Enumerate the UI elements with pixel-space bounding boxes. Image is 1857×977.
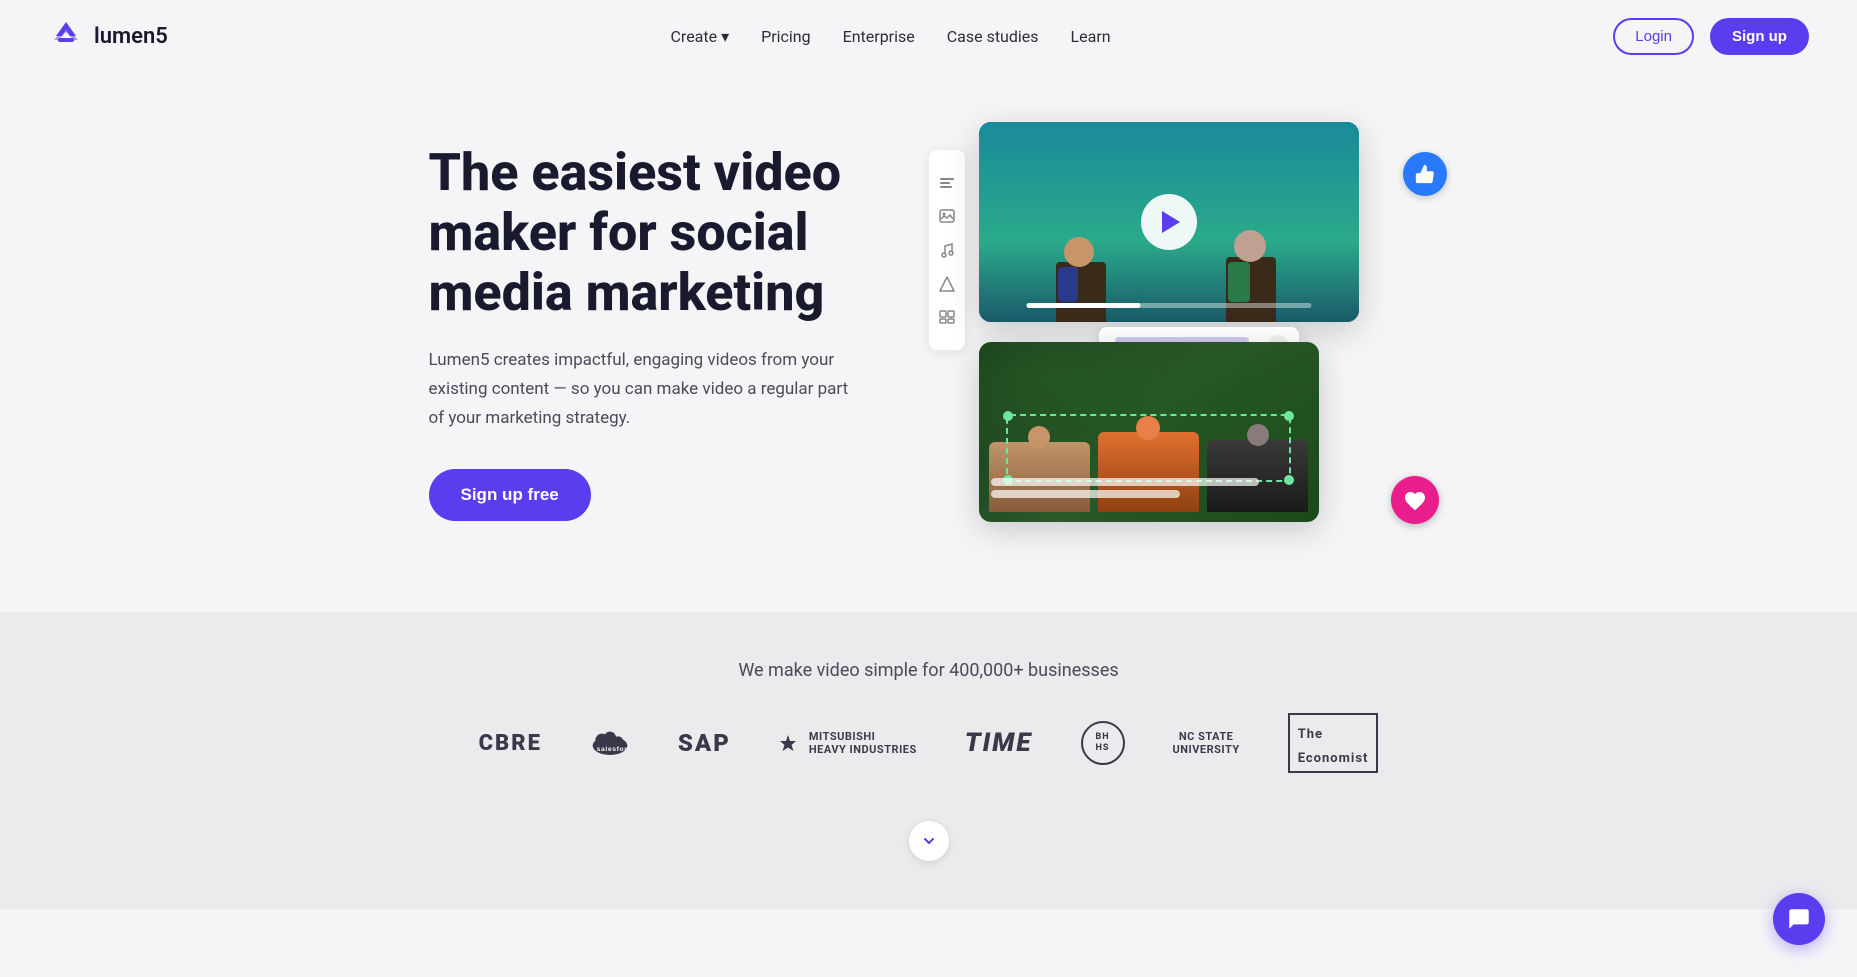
- text-line-1: [991, 478, 1260, 486]
- chat-button[interactable]: [1773, 893, 1825, 945]
- brand-sap: SAP: [678, 729, 731, 757]
- video-text-lines: [991, 478, 1307, 498]
- nav-actions: Login Sign up: [1613, 18, 1809, 55]
- handle-tl: [1003, 411, 1013, 421]
- heart-icon: [1391, 476, 1439, 524]
- text-line-2: [991, 490, 1181, 498]
- hero-right: +: [929, 122, 1429, 542]
- navbar: lumen5 Create ▾ Pricing Enterprise Case …: [0, 0, 1857, 72]
- editor-sidebar: [929, 150, 965, 350]
- lumen5-logo-icon: [48, 18, 84, 54]
- selection-rect: [1006, 414, 1292, 482]
- chevron-down-icon: ▾: [721, 27, 729, 46]
- brand-salesforce: salesforce: [590, 729, 630, 757]
- nav-case-studies[interactable]: Case studies: [947, 27, 1039, 46]
- brands-tagline: We make video simple for 400,000+ busine…: [738, 660, 1118, 681]
- video-card-second[interactable]: [979, 342, 1319, 522]
- brand-time: TIME: [965, 728, 1033, 758]
- brand-tool-icon[interactable]: [938, 275, 956, 293]
- nav-create[interactable]: Create ▾: [671, 27, 730, 46]
- signup-hero-button[interactable]: Sign up free: [429, 469, 591, 521]
- login-button[interactable]: Login: [1613, 18, 1694, 55]
- nav-links: Create ▾ Pricing Enterprise Case studies…: [671, 27, 1111, 46]
- image-tool-icon[interactable]: [938, 207, 956, 225]
- play-triangle-icon: [1162, 211, 1180, 233]
- hero-description: Lumen5 creates impactful, engaging video…: [429, 346, 849, 433]
- brand-cbre: CBRE: [479, 731, 542, 756]
- nav-pricing[interactable]: Pricing: [761, 27, 811, 46]
- video-mockup: +: [929, 122, 1429, 542]
- brand-bhhs: BHHS: [1081, 721, 1125, 765]
- brands-section: We make video simple for 400,000+ busine…: [0, 612, 1857, 909]
- nav-enterprise[interactable]: Enterprise: [843, 27, 915, 46]
- brand-economist: TheEconomist: [1288, 713, 1379, 773]
- brand-mitsubishi: MITSUBISHIHEAVY INDUSTRIES: [779, 730, 917, 756]
- nav-learn[interactable]: Learn: [1071, 27, 1111, 46]
- hero-left: The easiest video maker for social media…: [429, 143, 849, 521]
- video-card-main[interactable]: [979, 122, 1359, 322]
- logo-text: lumen5: [94, 24, 168, 49]
- text-tool-icon[interactable]: [938, 174, 956, 192]
- bottom-arrow: [909, 805, 949, 861]
- video-scene: [979, 122, 1359, 322]
- hero-section: The easiest video maker for social media…: [0, 72, 1857, 612]
- logo-link[interactable]: lumen5: [48, 18, 168, 54]
- hero-title: The easiest video maker for social media…: [429, 143, 849, 322]
- play-button[interactable]: [1141, 194, 1197, 250]
- greenery-scene: [979, 342, 1319, 522]
- svg-text:salesforce: salesforce: [597, 746, 630, 753]
- signup-nav-button[interactable]: Sign up: [1710, 18, 1809, 55]
- scroll-down-icon[interactable]: [909, 821, 949, 861]
- music-tool-icon[interactable]: [938, 241, 956, 259]
- brands-logos: CBRE salesforce SAP MITSUBISHIHEAVY INDU…: [479, 713, 1379, 773]
- layout-tool-icon[interactable]: [938, 308, 956, 326]
- like-icon: [1403, 152, 1447, 196]
- brand-nc-state: NC STATEUNIVERSITY: [1173, 730, 1240, 756]
